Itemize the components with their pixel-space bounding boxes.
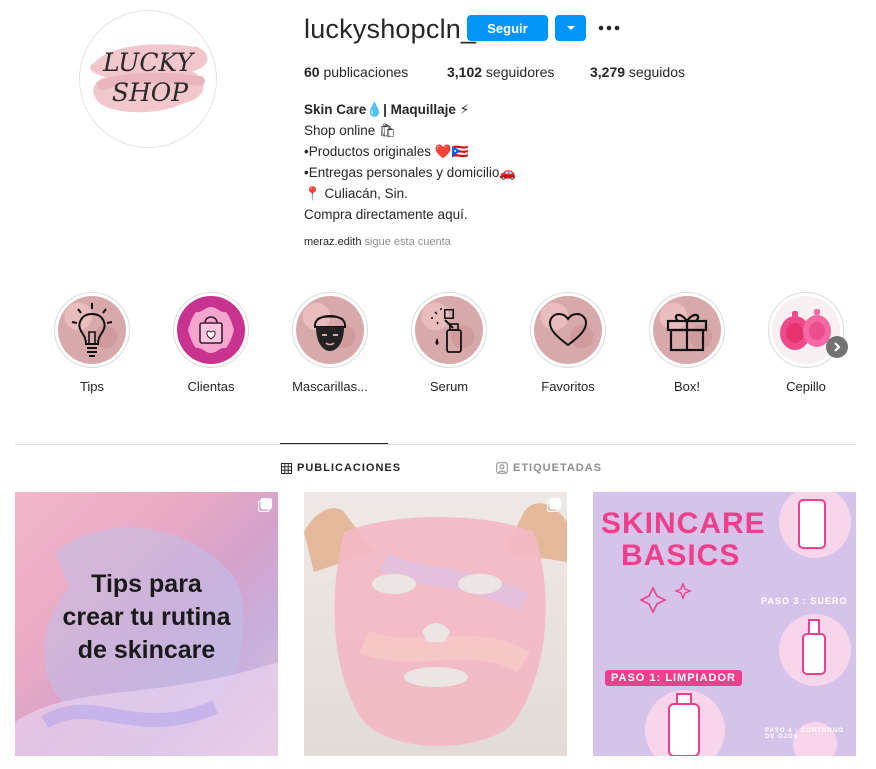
logo-text-line2: SHOP — [112, 78, 189, 107]
tab-publicaciones[interactable]: PUBLICACIONES — [281, 462, 401, 474]
bio-line: Compra directamente aquí. — [304, 207, 468, 222]
post-tile[interactable] — [304, 492, 567, 756]
highlight-ring[interactable] — [530, 292, 606, 368]
bio-line: 📍 Culiacán, Sin. — [304, 186, 408, 201]
highlights-next-button[interactable] — [826, 336, 848, 358]
highlight-label: Serum — [429, 379, 469, 394]
followers-count[interactable]: 3,102 seguidores — [447, 64, 554, 80]
post-step-label: PASO 4 : CONTORNO DE OJOS — [765, 728, 844, 740]
highlight-cepillo[interactable]: Cepillo — [746, 292, 866, 394]
ellipsis-icon — [598, 25, 620, 31]
post-step-label: PASO 1: LIMPIADOR — [605, 670, 742, 686]
post-text-line: crear tu rutina — [62, 603, 231, 631]
sheet-mask-photo — [304, 503, 567, 746]
post-tile[interactable]: SKINCARE BASICS PASO 3 : SUERO PASO 1: L… — [593, 492, 856, 756]
profile-bio: Skin Care💧| Maquillaje ⚡ Shop online 🛍 •… — [304, 99, 516, 225]
highlight-ring[interactable] — [411, 292, 487, 368]
tab-label: ETIQUETADAS — [513, 462, 603, 474]
highlight-label: Box! — [673, 379, 700, 394]
highlight-mascarillas[interactable]: Mascarillas... — [270, 292, 390, 394]
post-title-line: SKINCARE — [601, 507, 766, 540]
shopping-bag-heart-icon — [188, 307, 234, 353]
highlight-ring[interactable] — [173, 292, 249, 368]
chevron-right-icon — [834, 342, 841, 352]
highlight-clientas[interactable]: Clientas — [151, 292, 271, 394]
carousel-icon — [258, 498, 272, 512]
highlight-tips[interactable]: Tips — [32, 292, 152, 394]
highlight-ring[interactable] — [292, 292, 368, 368]
post-step-label: PASO 3 : SUERO — [761, 596, 848, 606]
bio-line: •Productos originales ❤️🇵🇷 — [304, 144, 469, 159]
highlight-cover — [177, 296, 245, 364]
post-caption-overlay: Tips para crear tu rutina de skincare — [15, 568, 278, 667]
dropper-bottle-icon — [431, 308, 462, 353]
highlight-ring[interactable] — [649, 292, 725, 368]
highlight-label: Mascarillas... — [292, 379, 368, 394]
highlight-cover — [296, 296, 364, 364]
post-title: SKINCARE BASICS — [601, 508, 766, 572]
post-text-line: Tips para — [91, 570, 202, 598]
active-tab-indicator — [280, 443, 388, 444]
bio-name: Skin Care💧| Maquillaje ⚡ — [304, 102, 470, 117]
highlight-ring[interactable] — [54, 292, 130, 368]
posts-count-value: 60 — [304, 64, 320, 80]
highlight-serum[interactable]: Serum — [389, 292, 509, 394]
followers-count-label: seguidores — [482, 64, 555, 80]
bio-line: •Entregas personales y domicilio🚗 — [304, 165, 517, 180]
posts-count: 60 publicaciones — [304, 64, 408, 80]
followed-by-user[interactable]: meraz.edith — [304, 236, 361, 248]
tagged-user-icon — [496, 462, 508, 474]
face-mask-icon — [314, 315, 346, 351]
post-tile[interactable]: Tips para crear tu rutina de skincare — [15, 492, 278, 756]
highlight-favoritos[interactable]: Favoritos — [508, 292, 628, 394]
followers-count-value: 3,102 — [447, 64, 483, 80]
profile-avatar[interactable]: LUCKY SHOP — [79, 10, 217, 148]
following-count[interactable]: 3,279 seguidos — [590, 64, 685, 80]
tab-etiquetadas[interactable]: ETIQUETADAS — [496, 462, 602, 474]
highlight-box[interactable]: Box! — [627, 292, 747, 394]
highlight-label: Favoritos — [541, 379, 595, 394]
suggestions-dropdown-button[interactable] — [555, 15, 586, 41]
highlight-label: Cepillo — [786, 379, 826, 394]
following-count-label: seguidos — [625, 64, 685, 80]
section-divider — [15, 444, 856, 445]
highlight-cover — [534, 296, 602, 364]
post-title-line: BASICS — [621, 539, 741, 572]
heart-icon — [548, 312, 588, 347]
follow-button[interactable]: Seguir — [467, 15, 548, 41]
followed-by-note[interactable]: meraz.edith sigue esta cuenta — [304, 236, 451, 248]
more-options-button[interactable] — [596, 16, 622, 40]
highlight-label: Clientas — [187, 379, 235, 394]
lightbulb-icon — [71, 303, 113, 357]
followed-by-text: sigue esta cuenta — [361, 236, 451, 248]
gift-icon — [666, 313, 708, 352]
logo-text-line1: LUCKY — [102, 48, 195, 77]
bio-line: Shop online 🛍 — [304, 123, 397, 138]
tab-label: PUBLICACIONES — [297, 462, 402, 474]
posts-count-label: publicaciones — [319, 64, 409, 80]
post-text-line: de skincare — [77, 636, 216, 664]
highlight-cover — [653, 296, 721, 364]
following-count-value: 3,279 — [590, 64, 626, 80]
caret-down-icon — [566, 26, 575, 30]
highlight-label: Tips — [79, 379, 105, 394]
profile-username: luckyshopcln_ — [304, 14, 477, 44]
lucky-shop-logo: LUCKY SHOP — [90, 44, 208, 113]
highlight-cover — [58, 296, 126, 364]
grid-icon — [281, 462, 292, 474]
highlight-cover — [415, 296, 483, 364]
carousel-icon — [547, 498, 561, 512]
